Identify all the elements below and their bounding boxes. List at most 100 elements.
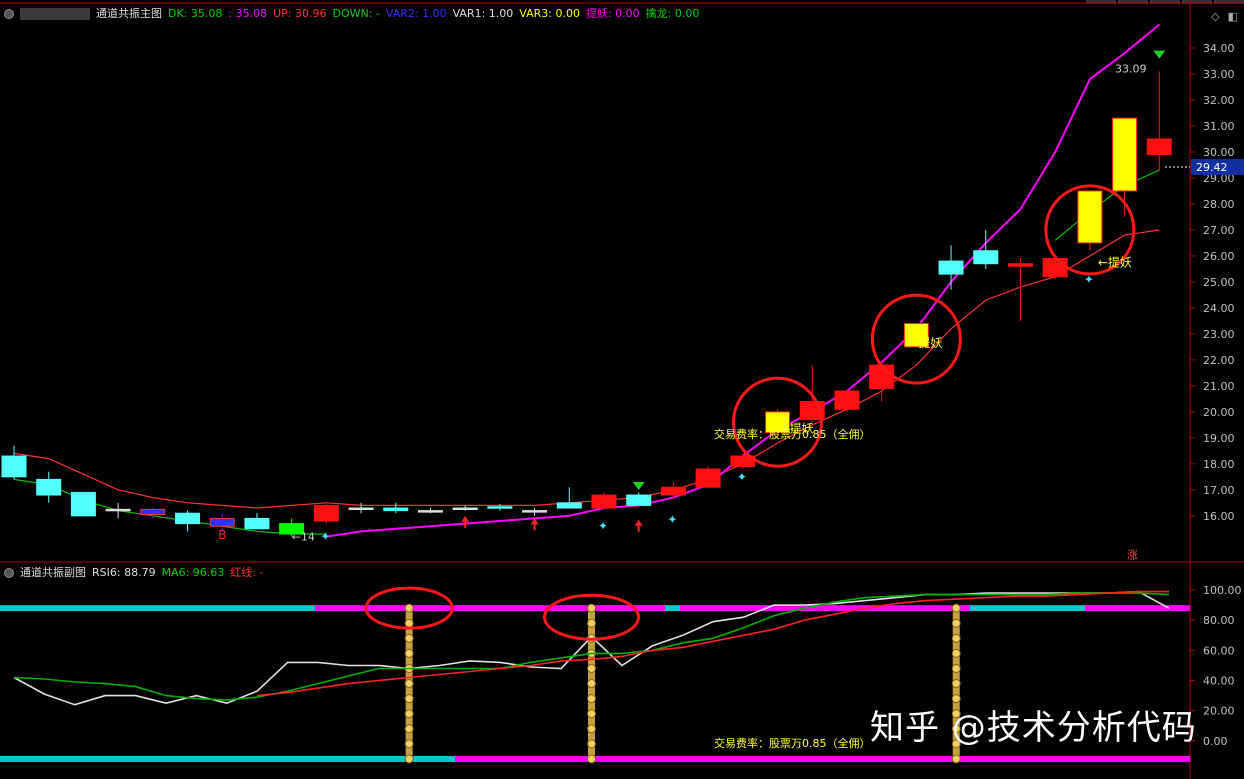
candle-body [730,455,756,467]
zhang-label: 涨 [1127,549,1138,562]
candle-body [175,512,201,525]
candle-body [452,507,478,511]
main-ytick-label: 34.00 [1203,42,1235,55]
coin-marker [587,603,596,613]
coin-marker [587,618,596,628]
main-indicator-value-4: VAR2: 1.00 [385,7,447,20]
coin-marker [404,679,414,689]
candle-body [1007,263,1033,267]
candle-body [660,486,686,496]
candle-body [938,260,964,275]
candle-body [1146,138,1172,156]
sub-indicator-menu-icon[interactable] [4,568,14,578]
tiyao-label: ←提妖 [908,335,942,350]
signal-band-segment [0,755,455,762]
butterfly-icon: ✦ [667,513,677,527]
candle-body [417,510,443,513]
main-ytick-label: 21.00 [1203,380,1235,393]
signal-highlight-circle [1044,184,1136,276]
butterfly-icon: ✦ [1084,272,1094,286]
up-arrow-marker [634,519,643,532]
candle-body [36,478,62,496]
down-triangle-marker [632,482,645,491]
candle-body [383,507,409,512]
fee-note-main: 交易费率：股票万0.85（全佣） [714,427,871,441]
coin-marker [587,724,596,734]
main-chart-header: 通道共振主图 DK: 35.08: 35.08 UP: 30.96 DOWN: - V… [0,6,705,22]
last-price-label: 29.42 [1196,161,1228,174]
candle-body [903,322,929,348]
main-indicator-value-0: DK: 35.08 [168,7,223,20]
main-ytick-label: 22.00 [1203,354,1235,367]
coin-marker [951,618,961,628]
coin-marker [587,694,596,704]
coin-marker [404,754,414,764]
coin-marker [587,633,596,643]
main-ytick-label: 31.00 [1203,120,1235,133]
coin-marker [951,679,961,689]
sub-line-ma6 [13,592,1170,701]
candle-body [695,468,721,488]
coin-marker [404,648,414,658]
candle-body [140,508,166,516]
coin-marker [404,739,414,749]
candle-body [70,491,96,517]
signal-band-segment [455,755,1190,762]
coin-marker [587,663,596,673]
indicator-menu-icon[interactable] [4,9,14,19]
sub-highlight-circle [543,593,640,641]
coin-marker [404,709,414,719]
main-ytick-label: 26.00 [1203,250,1235,263]
coin-marker [951,648,961,658]
sub-indicator-value-0: RSI6: 88.79 [92,566,156,579]
coin-marker [951,603,961,613]
main-indicator-value-1: : 35.08 [228,7,268,20]
signal-band-segment [315,605,665,612]
candle-body [834,390,860,410]
window-controls: ◇ ◧ [1211,10,1238,23]
coin-marker [951,663,961,673]
sub-chart-title: 通道共振副图 [20,566,86,579]
sub-ytick-label: 60.00 [1203,644,1235,657]
up-arrow-marker [461,515,470,528]
main-ytick-label: 17.00 [1203,484,1235,497]
coin-marker [404,633,414,643]
coin-marker [404,694,414,704]
tiyao-label: ←提妖 [1098,254,1132,269]
main-indicator-value-2: UP: 30.96 [273,7,327,20]
last-price-tag [1191,159,1244,176]
coin-marker [404,603,414,613]
main-line-dk [326,23,1160,538]
coin-marker [951,633,961,643]
up-arrow-marker [530,518,539,531]
main-ytick-label: 27.00 [1203,224,1235,237]
candle-body [765,411,791,434]
sub-ytick-label: 0.00 [1203,735,1228,748]
diamond-icon[interactable]: ◇ [1211,10,1219,23]
main-indicator-value-6: VAR3: 0.00 [519,7,580,20]
coin-marker [587,679,596,689]
main-chart-title: 通道共振主图 [96,7,162,20]
main-line-down [13,169,1160,535]
coin-marker [587,754,596,764]
coin-marker [587,739,596,749]
signal-band-segment [0,605,315,612]
sub-highlight-circle [364,586,454,630]
sub-line-rsi6 [13,590,1170,706]
main-ytick-label: 18.00 [1203,458,1235,471]
signal-highlight-circle [870,293,962,385]
main-ytick-label: 28.00 [1203,198,1235,211]
candle-body [209,517,235,527]
signal-band-segment [970,605,1085,612]
signal-highlight-circle [732,376,824,468]
restore-icon[interactable]: ◧ [1228,10,1238,23]
main-ytick-label: 33.00 [1203,68,1235,81]
sub-ytick-label: 40.00 [1203,675,1235,688]
signal-band-segment [680,605,970,612]
blurred-stock-name [20,8,90,20]
sub-chart-header: 通道共振副图 RSI6: 88.79 MA6: 96.63 红线: - [0,565,269,581]
coin-marker [587,709,596,719]
candle-body [244,517,270,530]
main-ytick-label: 25.00 [1203,276,1235,289]
main-ytick-label: 19.00 [1203,432,1235,445]
